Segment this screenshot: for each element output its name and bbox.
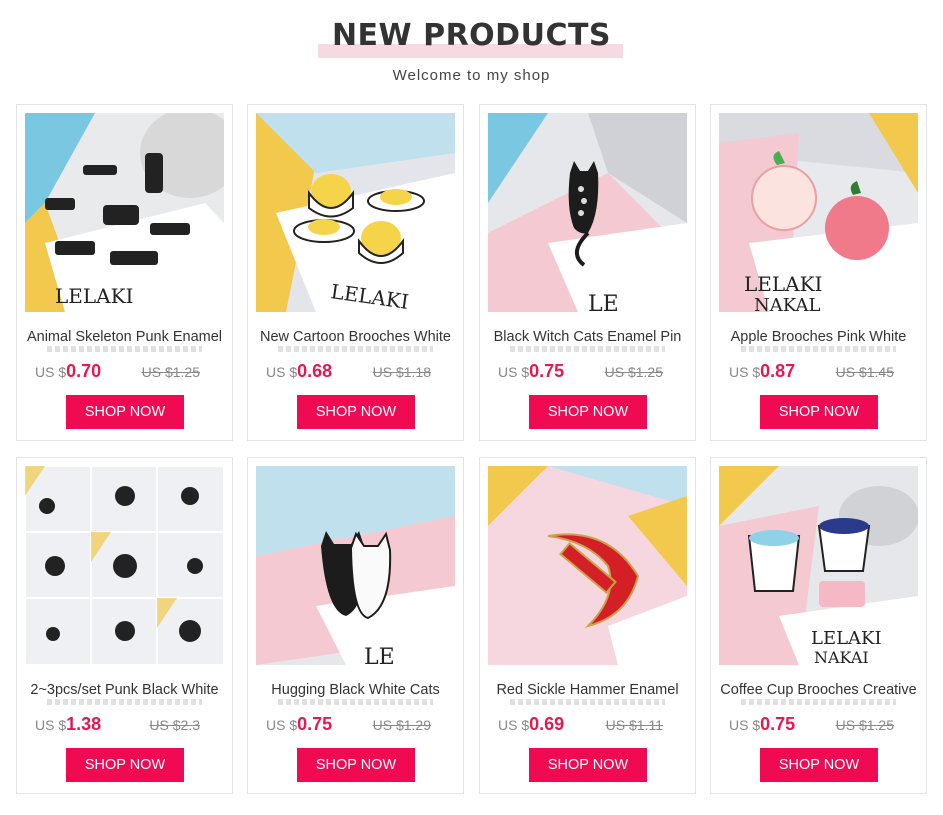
page-title: NEW PRODUCTS	[331, 18, 612, 53]
price-value: 0.69	[529, 714, 565, 734]
page-header: NEW PRODUCTS Welcome to my shop	[0, 18, 943, 84]
price-value: 0.70	[66, 361, 102, 381]
currency-label: US $	[35, 364, 67, 380]
price-row: US $0.70 US $1.25	[17, 361, 232, 385]
product-name[interactable]: New Cartoon Brooches White	[252, 326, 459, 348]
price-value: 0.75	[760, 714, 796, 734]
product-name-overflow	[741, 346, 896, 352]
product-image-hugging-cats-pin[interactable]: LE	[256, 466, 455, 665]
price-value: 0.87	[760, 361, 796, 381]
current-price: US $0.75	[729, 714, 795, 735]
product-name-overflow	[510, 346, 665, 352]
product-name[interactable]: Hugging Black White Cats	[252, 679, 459, 701]
product-card[interactable]: LELAKI NAKAI Coffee Cup Brooches Creativ…	[710, 457, 927, 794]
svg-text:LELAKI: LELAKI	[811, 628, 882, 649]
product-name-overflow	[47, 346, 202, 352]
old-price: US $1.45	[835, 364, 894, 380]
product-name-overflow	[278, 699, 433, 705]
old-price: US $1.25	[835, 717, 894, 733]
current-price: US $0.75	[266, 714, 332, 735]
currency-label: US $	[35, 717, 67, 733]
shop-now-button[interactable]: SHOP NOW	[760, 748, 878, 782]
price-row: US $0.68 US $1.18	[248, 361, 463, 385]
product-card[interactable]: LELAKI NAKAL Apple Brooches Pink White U…	[710, 104, 927, 441]
svg-text:LE: LE	[588, 292, 619, 312]
product-image-punk-pin-collage[interactable]	[25, 466, 224, 665]
product-image-sickle-hammer-pin[interactable]	[488, 466, 687, 665]
product-card[interactable]: LELAKI New Cartoon Brooches White US $0.…	[247, 104, 464, 441]
old-price: US $1.25	[604, 364, 663, 380]
currency-label: US $	[498, 364, 530, 380]
currency-label: US $	[729, 717, 761, 733]
product-image-coffee-cup-pins[interactable]: LELAKI NAKAI	[719, 466, 918, 665]
product-image-apple-teacher-pins[interactable]: LELAKI NAKAL	[719, 113, 918, 312]
old-price: US $1.11	[605, 717, 663, 733]
product-name[interactable]: Black Witch Cats Enamel Pin	[484, 326, 691, 348]
product-image-black-cat-pin[interactable]: LE	[488, 113, 687, 312]
price-value: 1.38	[66, 714, 102, 734]
product-name-overflow	[741, 699, 896, 705]
current-price: US $0.75	[498, 361, 564, 382]
shop-now-button[interactable]: SHOP NOW	[529, 395, 647, 429]
old-price: US $1.25	[141, 364, 200, 380]
shop-now-button[interactable]: SHOP NOW	[529, 748, 647, 782]
product-card[interactable]: 2~3pcs/set Punk Black White US $1.38 US …	[16, 457, 233, 794]
title-wrap: NEW PRODUCTS	[317, 18, 624, 58]
product-name[interactable]: 2~3pcs/set Punk Black White	[21, 679, 228, 701]
current-price: US $1.38	[35, 714, 101, 735]
product-name[interactable]: Red Sickle Hammer Enamel	[484, 679, 691, 701]
current-price: US $0.68	[266, 361, 332, 382]
price-row: US $0.87 US $1.45	[711, 361, 926, 385]
price-value: 0.75	[529, 361, 565, 381]
product-card[interactable]: LE Hugging Black White Cats US $0.75 US …	[247, 457, 464, 794]
product-name[interactable]: Coffee Cup Brooches Creative	[715, 679, 922, 701]
svg-text:LELAKI: LELAKI	[55, 284, 133, 308]
price-row: US $1.38 US $2.3	[17, 714, 232, 738]
page-subtitle: Welcome to my shop	[392, 67, 551, 84]
currency-label: US $	[266, 364, 298, 380]
svg-text:NAKAL: NAKAL	[754, 295, 820, 312]
old-price: US $1.18	[372, 364, 431, 380]
current-price: US $0.69	[498, 714, 564, 735]
shop-now-button[interactable]: SHOP NOW	[297, 748, 415, 782]
product-name-overflow	[510, 699, 665, 705]
shop-now-button[interactable]: SHOP NOW	[66, 748, 184, 782]
price-row: US $0.75 US $1.25	[480, 361, 695, 385]
price-value: 0.75	[297, 714, 333, 734]
product-name[interactable]: Apple Brooches Pink White	[715, 326, 922, 348]
svg-text:LELAKI: LELAKI	[744, 272, 822, 296]
currency-label: US $	[266, 717, 298, 733]
svg-text:NAKAI: NAKAI	[814, 648, 869, 665]
product-name-overflow	[47, 699, 202, 705]
price-row: US $0.69 US $1.11	[480, 714, 695, 738]
product-grid: LELAKI Animal Skeleton Punk Enamel US $0…	[16, 104, 928, 794]
product-card[interactable]: LE Black Witch Cats Enamel Pin US $0.75 …	[479, 104, 696, 441]
product-card[interactable]: LELAKI Animal Skeleton Punk Enamel US $0…	[16, 104, 233, 441]
price-row: US $0.75 US $1.29	[248, 714, 463, 738]
currency-label: US $	[498, 717, 530, 733]
product-card[interactable]: Red Sickle Hammer Enamel US $0.69 US $1.…	[479, 457, 696, 794]
svg-text:LE: LE	[364, 645, 395, 665]
old-price: US $1.29	[372, 717, 431, 733]
price-value: 0.68	[297, 361, 333, 381]
product-image-egg-yolk-pins[interactable]: LELAKI	[256, 113, 455, 312]
product-name-overflow	[278, 346, 433, 352]
shop-now-button[interactable]: SHOP NOW	[297, 395, 415, 429]
shop-now-button[interactable]: SHOP NOW	[760, 395, 878, 429]
current-price: US $0.87	[729, 361, 795, 382]
product-image-dinosaur-skeleton-pins[interactable]: LELAKI	[25, 113, 224, 312]
currency-label: US $	[729, 364, 761, 380]
product-name[interactable]: Animal Skeleton Punk Enamel	[21, 326, 228, 348]
price-row: US $0.75 US $1.25	[711, 714, 926, 738]
old-price: US $2.3	[149, 717, 200, 733]
current-price: US $0.70	[35, 361, 101, 382]
shop-now-button[interactable]: SHOP NOW	[66, 395, 184, 429]
